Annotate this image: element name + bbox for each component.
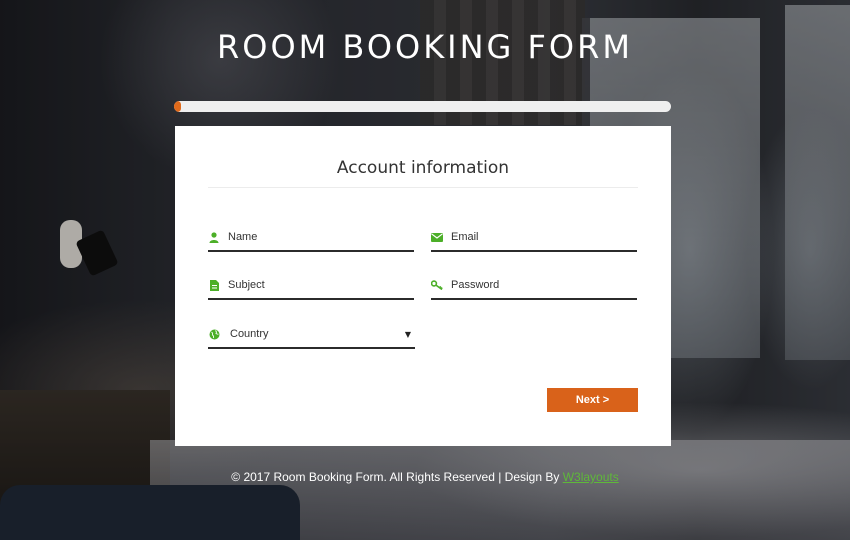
name-field[interactable]: Name bbox=[208, 224, 414, 252]
page-title: ROOM BOOKING FORM bbox=[217, 28, 633, 66]
user-icon bbox=[208, 231, 220, 243]
next-button[interactable]: Next > bbox=[547, 388, 638, 412]
country-select-value: Country bbox=[230, 328, 269, 340]
password-field-label: Password bbox=[451, 279, 500, 291]
subject-field[interactable]: Subject bbox=[208, 272, 414, 300]
password-field[interactable]: Password bbox=[431, 272, 637, 300]
document-icon bbox=[208, 279, 220, 291]
email-field-label: Email bbox=[451, 231, 479, 243]
name-field-label: Name bbox=[228, 231, 258, 243]
footer: © 2017 Room Booking Form. All Rights Res… bbox=[0, 470, 850, 484]
email-field[interactable]: Email bbox=[431, 224, 637, 252]
progress-bar bbox=[174, 101, 671, 112]
heading-divider bbox=[208, 187, 638, 188]
envelope-icon bbox=[431, 231, 443, 243]
form-heading: Account information bbox=[336, 158, 510, 178]
globe-icon bbox=[208, 328, 220, 340]
footer-designer-link[interactable]: W3layouts bbox=[563, 470, 619, 484]
chevron-down-icon: ▼ bbox=[404, 329, 411, 339]
country-select[interactable]: Country ▼ bbox=[208, 321, 415, 349]
booking-form-card: Account information Name Email Subject P… bbox=[175, 126, 671, 446]
subject-field-label: Subject bbox=[228, 279, 265, 291]
footer-copyright: © 2017 Room Booking Form. All Rights Res… bbox=[231, 470, 563, 484]
key-icon bbox=[431, 279, 443, 291]
progress-bar-fill bbox=[174, 101, 182, 112]
